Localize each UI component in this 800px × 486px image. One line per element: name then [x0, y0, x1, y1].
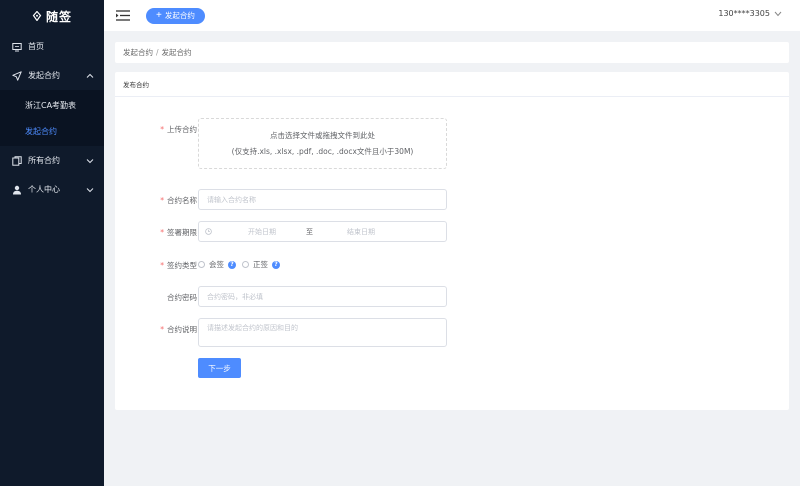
sidebar-menu: 首页 发起合约 浙江CA考勤表 发起合约 所有合约 个人中心: [0, 32, 104, 204]
clock-icon: [205, 228, 212, 235]
sign-period-date-range[interactable]: 开始日期 至 结束日期: [198, 221, 447, 242]
upload-formats-hint: (仅支持.xls, .xlsx, .pdf, .doc, .docx文件且小于3…: [231, 147, 414, 156]
start-date-input[interactable]: 开始日期: [240, 227, 284, 237]
file-upload-dropzone[interactable]: 点击选择文件或拖拽文件到此处 (仅支持.xls, .xlsx, .pdf, .d…: [198, 118, 447, 169]
contract-description-label: * 合约说明: [160, 324, 197, 335]
user-icon: [12, 185, 22, 195]
logo-pen-icon: [32, 11, 42, 21]
submenu-launch-contract: 浙江CA考勤表 发起合约: [0, 90, 104, 146]
sidebar-item-personal-center[interactable]: 个人中心: [0, 175, 104, 204]
required-marker: *: [160, 228, 164, 237]
user-menu[interactable]: 130****3305: [718, 9, 782, 18]
breadcrumb: 发起合约 / 发起合约: [115, 42, 789, 63]
sidebar-subitem-launch-contract[interactable]: 发起合约: [0, 118, 104, 144]
required-marker: *: [160, 125, 164, 134]
breadcrumb-separator: /: [156, 48, 159, 57]
upload-hint: 点击选择文件或拖拽文件到此处: [270, 131, 375, 140]
sidebar-item-label: 首页: [28, 42, 44, 51]
required-marker: *: [160, 196, 164, 205]
sign-period-label: * 签署期限: [160, 227, 197, 238]
chevron-down-icon: [86, 158, 94, 163]
sign-type-radio-formal[interactable]: 正签: [242, 259, 268, 270]
plus-icon: +: [156, 9, 162, 21]
date-range-separator: 至: [306, 227, 313, 236]
chevron-down-icon: [86, 187, 94, 192]
radio-circle[interactable]: [198, 261, 205, 268]
contract-name-input[interactable]: [198, 189, 447, 210]
breadcrumb-parent[interactable]: 发起合约: [123, 47, 153, 58]
contract-description-label-text: 合约说明: [167, 325, 197, 334]
contract-password-label-text: 合约密码: [167, 293, 197, 302]
chevron-down-icon: [774, 11, 782, 16]
documents-icon: [12, 155, 22, 166]
sidebar-item-home[interactable]: 首页: [0, 32, 104, 61]
chevron-up-icon: [86, 73, 94, 78]
sidebar-item-all-contracts[interactable]: 所有合约: [0, 146, 104, 175]
sign-type-radio-countersign[interactable]: 会签: [198, 259, 224, 270]
upload-label: * 上传合约: [160, 124, 197, 135]
sidebar-subitem-zhejiang-ca[interactable]: 浙江CA考勤表: [0, 92, 104, 118]
radio-label: 正签: [253, 260, 268, 269]
end-date-input[interactable]: 结束日期: [339, 227, 383, 237]
sign-period-label-text: 签署期限: [167, 228, 197, 237]
sign-type-radio-group: 会签 ? 正签 ?: [198, 259, 280, 270]
sidebar-item-label: 个人中心: [28, 185, 60, 194]
contract-description-textarea[interactable]: [198, 318, 447, 347]
contract-name-label: * 合约名称: [160, 195, 197, 206]
launch-contract-button[interactable]: + 发起合约: [146, 7, 205, 24]
app-logo[interactable]: 随签: [0, 0, 104, 32]
launch-contract-button-label: 发起合约: [164, 11, 195, 20]
next-step-button[interactable]: 下一步: [198, 358, 241, 378]
send-icon: [12, 70, 22, 81]
sidebar-subitem-label: 发起合约: [25, 126, 57, 136]
menu-toggle-icon[interactable]: [116, 10, 130, 21]
contract-form-card: 发布合约 * 上传合约 点击选择文件或拖拽文件到此处 (仅支持.xls, .xls…: [115, 72, 789, 410]
radio-label: 会签: [209, 260, 224, 269]
breadcrumb-current: 发起合约: [161, 48, 192, 57]
sidebar-item-label: 发起合约: [28, 71, 60, 80]
top-header: + 发起合约 130****3305: [104, 0, 800, 31]
required-marker: *: [160, 325, 164, 334]
radio-circle[interactable]: [242, 261, 249, 268]
help-icon[interactable]: ?: [228, 260, 236, 269]
card-title: 发布合约: [115, 72, 789, 97]
sign-type-label: * 签约类型: [160, 260, 197, 271]
required-marker: *: [160, 261, 164, 270]
contract-password-input[interactable]: [198, 286, 447, 307]
monitor-icon: [12, 42, 22, 52]
upload-label-text: 上传合约: [167, 125, 197, 134]
contract-name-label-text: 合约名称: [167, 196, 197, 205]
help-icon[interactable]: ?: [272, 260, 280, 269]
sidebar-item-label: 所有合约: [28, 156, 60, 165]
contract-password-label: 合约密码: [167, 292, 197, 303]
sign-type-label-text: 签约类型: [167, 261, 197, 270]
sidebar-subitem-label: 浙江CA考勤表: [25, 100, 77, 110]
sidebar-item-launch-contract[interactable]: 发起合约: [0, 61, 104, 90]
sidebar: 随签 首页 发起合约 浙江CA考勤表 发起合约 所有合约 个人中心: [0, 0, 104, 486]
logo-text: 随签: [45, 9, 72, 24]
user-phone: 130****3305: [718, 9, 770, 18]
